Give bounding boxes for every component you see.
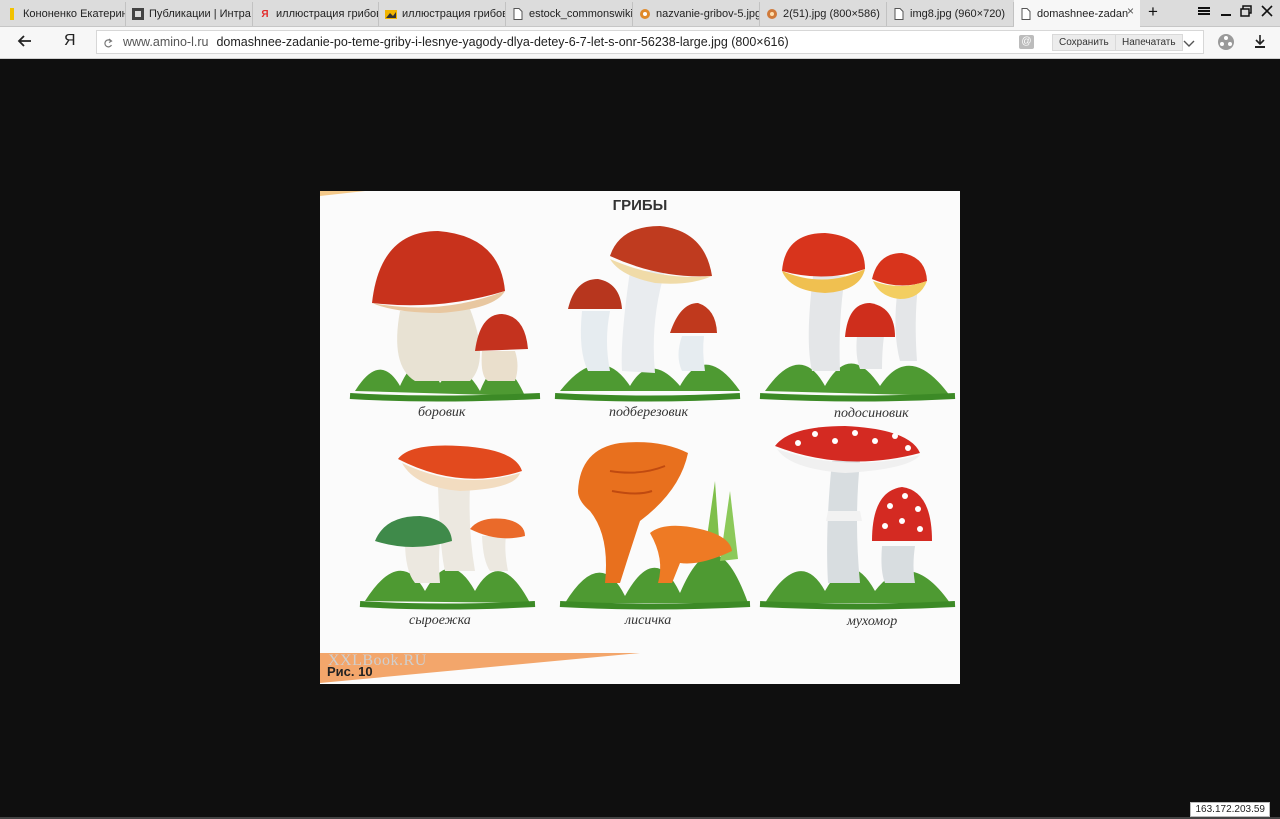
address-field[interactable]: www.amino-l.ru domashnee-zadanie-po-teme-… xyxy=(96,30,1204,54)
caption-podosinovik: подосиновик xyxy=(834,406,909,421)
url-path: domashnee-zadanie-po-teme-griby-i-lesnye… xyxy=(216,35,789,49)
podberezovik-picture xyxy=(554,226,741,402)
podosinovik-picture xyxy=(759,233,956,402)
tab-label: Публикации | Интра xyxy=(149,8,251,20)
restore-window-icon[interactable] xyxy=(1237,4,1255,20)
address-toolbar: Я www.amino-l.ru domashnee-zadanie-po-tem… xyxy=(0,27,1280,59)
page-icon xyxy=(893,8,905,20)
yandex-images-icon xyxy=(385,8,397,20)
caption-borovik: боровик xyxy=(418,405,466,420)
minimize-icon[interactable] xyxy=(1217,4,1235,20)
tab-label: estock_commonswiki xyxy=(529,8,633,20)
tab-label: img8.jpg (960×720) xyxy=(910,8,1006,20)
new-tab-plus-icon[interactable]: + xyxy=(1144,2,1162,22)
tab-strip: Кононенко Екатерин Публикации | Интра Я … xyxy=(0,0,1280,27)
tab-publikatsii[interactable]: Публикации | Интра xyxy=(126,2,253,26)
displayed-image: ГРИБЫ боровик подберезовик подосиновик с… xyxy=(320,191,960,684)
back-arrow-icon[interactable] xyxy=(17,33,33,54)
tab-kononenko[interactable]: Кононенко Екатерин xyxy=(0,2,126,26)
ip-address-badge: 163.172.203.59 xyxy=(1190,802,1270,817)
close-window-icon[interactable] xyxy=(1258,4,1276,20)
image-favicon-icon xyxy=(766,8,778,20)
page-icon xyxy=(512,8,524,20)
tab-nazvanie-gribov[interactable]: nazvanie-gribov-5.jpg xyxy=(633,2,760,26)
url-domain: www.amino-l.ru xyxy=(123,35,209,49)
yellow-bookmark-icon xyxy=(6,8,18,20)
caption-lisichka: лисичка xyxy=(625,613,672,628)
tab-label: иллюстрация грибов xyxy=(276,8,379,20)
site-favicon-icon xyxy=(132,8,144,20)
lisichka-picture xyxy=(559,442,751,610)
url-text[interactable]: www.amino-l.ru domashnee-zadanie-po-teme-… xyxy=(123,35,789,49)
borovik-picture xyxy=(349,231,541,402)
tab-estock[interactable]: estock_commonswiki xyxy=(506,2,633,26)
caption-mukhomor: мухомор xyxy=(847,614,898,629)
page-icon xyxy=(1020,7,1032,20)
tab-label: иллюстрация грибов xyxy=(402,8,506,20)
menu-hamburger-icon[interactable] xyxy=(1195,4,1213,20)
tab-label: 2(51).jpg (800×586) xyxy=(783,8,880,20)
at-sign-icon[interactable]: @ xyxy=(1019,35,1034,49)
download-icon[interactable] xyxy=(1254,34,1266,53)
yandex-icon: Я xyxy=(261,8,269,20)
print-button[interactable]: Напечатать xyxy=(1115,34,1183,51)
tab-label: Кононенко Екатерин xyxy=(23,8,126,20)
tab-2-51-jpg[interactable]: 2(51).jpg (800×586) xyxy=(760,2,887,26)
reload-icon[interactable] xyxy=(103,36,113,54)
image-title: ГРИБЫ xyxy=(612,197,668,214)
caption-syroezhka: сыроежка xyxy=(409,613,471,628)
figure-label: Рис. 10 xyxy=(327,664,373,679)
yandex-logo-icon[interactable]: Я xyxy=(64,32,76,50)
image-favicon-icon xyxy=(639,8,651,20)
tab-label: domashnee-zadan xyxy=(1037,7,1129,20)
tab-illustratsiya-1[interactable]: Я иллюстрация грибов xyxy=(253,2,379,26)
tab-domashnee-zadanie[interactable]: domashnee-zadan × xyxy=(1014,0,1140,27)
tab-illustratsiya-2[interactable]: иллюстрация грибов xyxy=(379,2,506,26)
mukhomor-picture xyxy=(759,426,956,610)
tab-img8-jpg[interactable]: img8.jpg (960×720) xyxy=(887,2,1014,26)
tab-label: nazvanie-gribov-5.jpg xyxy=(656,8,760,20)
chevron-down-icon[interactable] xyxy=(1183,36,1195,54)
caption-podberezovik: подберезовик xyxy=(609,405,689,420)
turbo-icon[interactable] xyxy=(1217,33,1235,56)
save-button[interactable]: Сохранить xyxy=(1052,34,1116,51)
close-tab-icon[interactable]: × xyxy=(1127,4,1134,18)
syroezhka-picture xyxy=(359,445,536,610)
mushroom-illustration xyxy=(320,191,956,683)
